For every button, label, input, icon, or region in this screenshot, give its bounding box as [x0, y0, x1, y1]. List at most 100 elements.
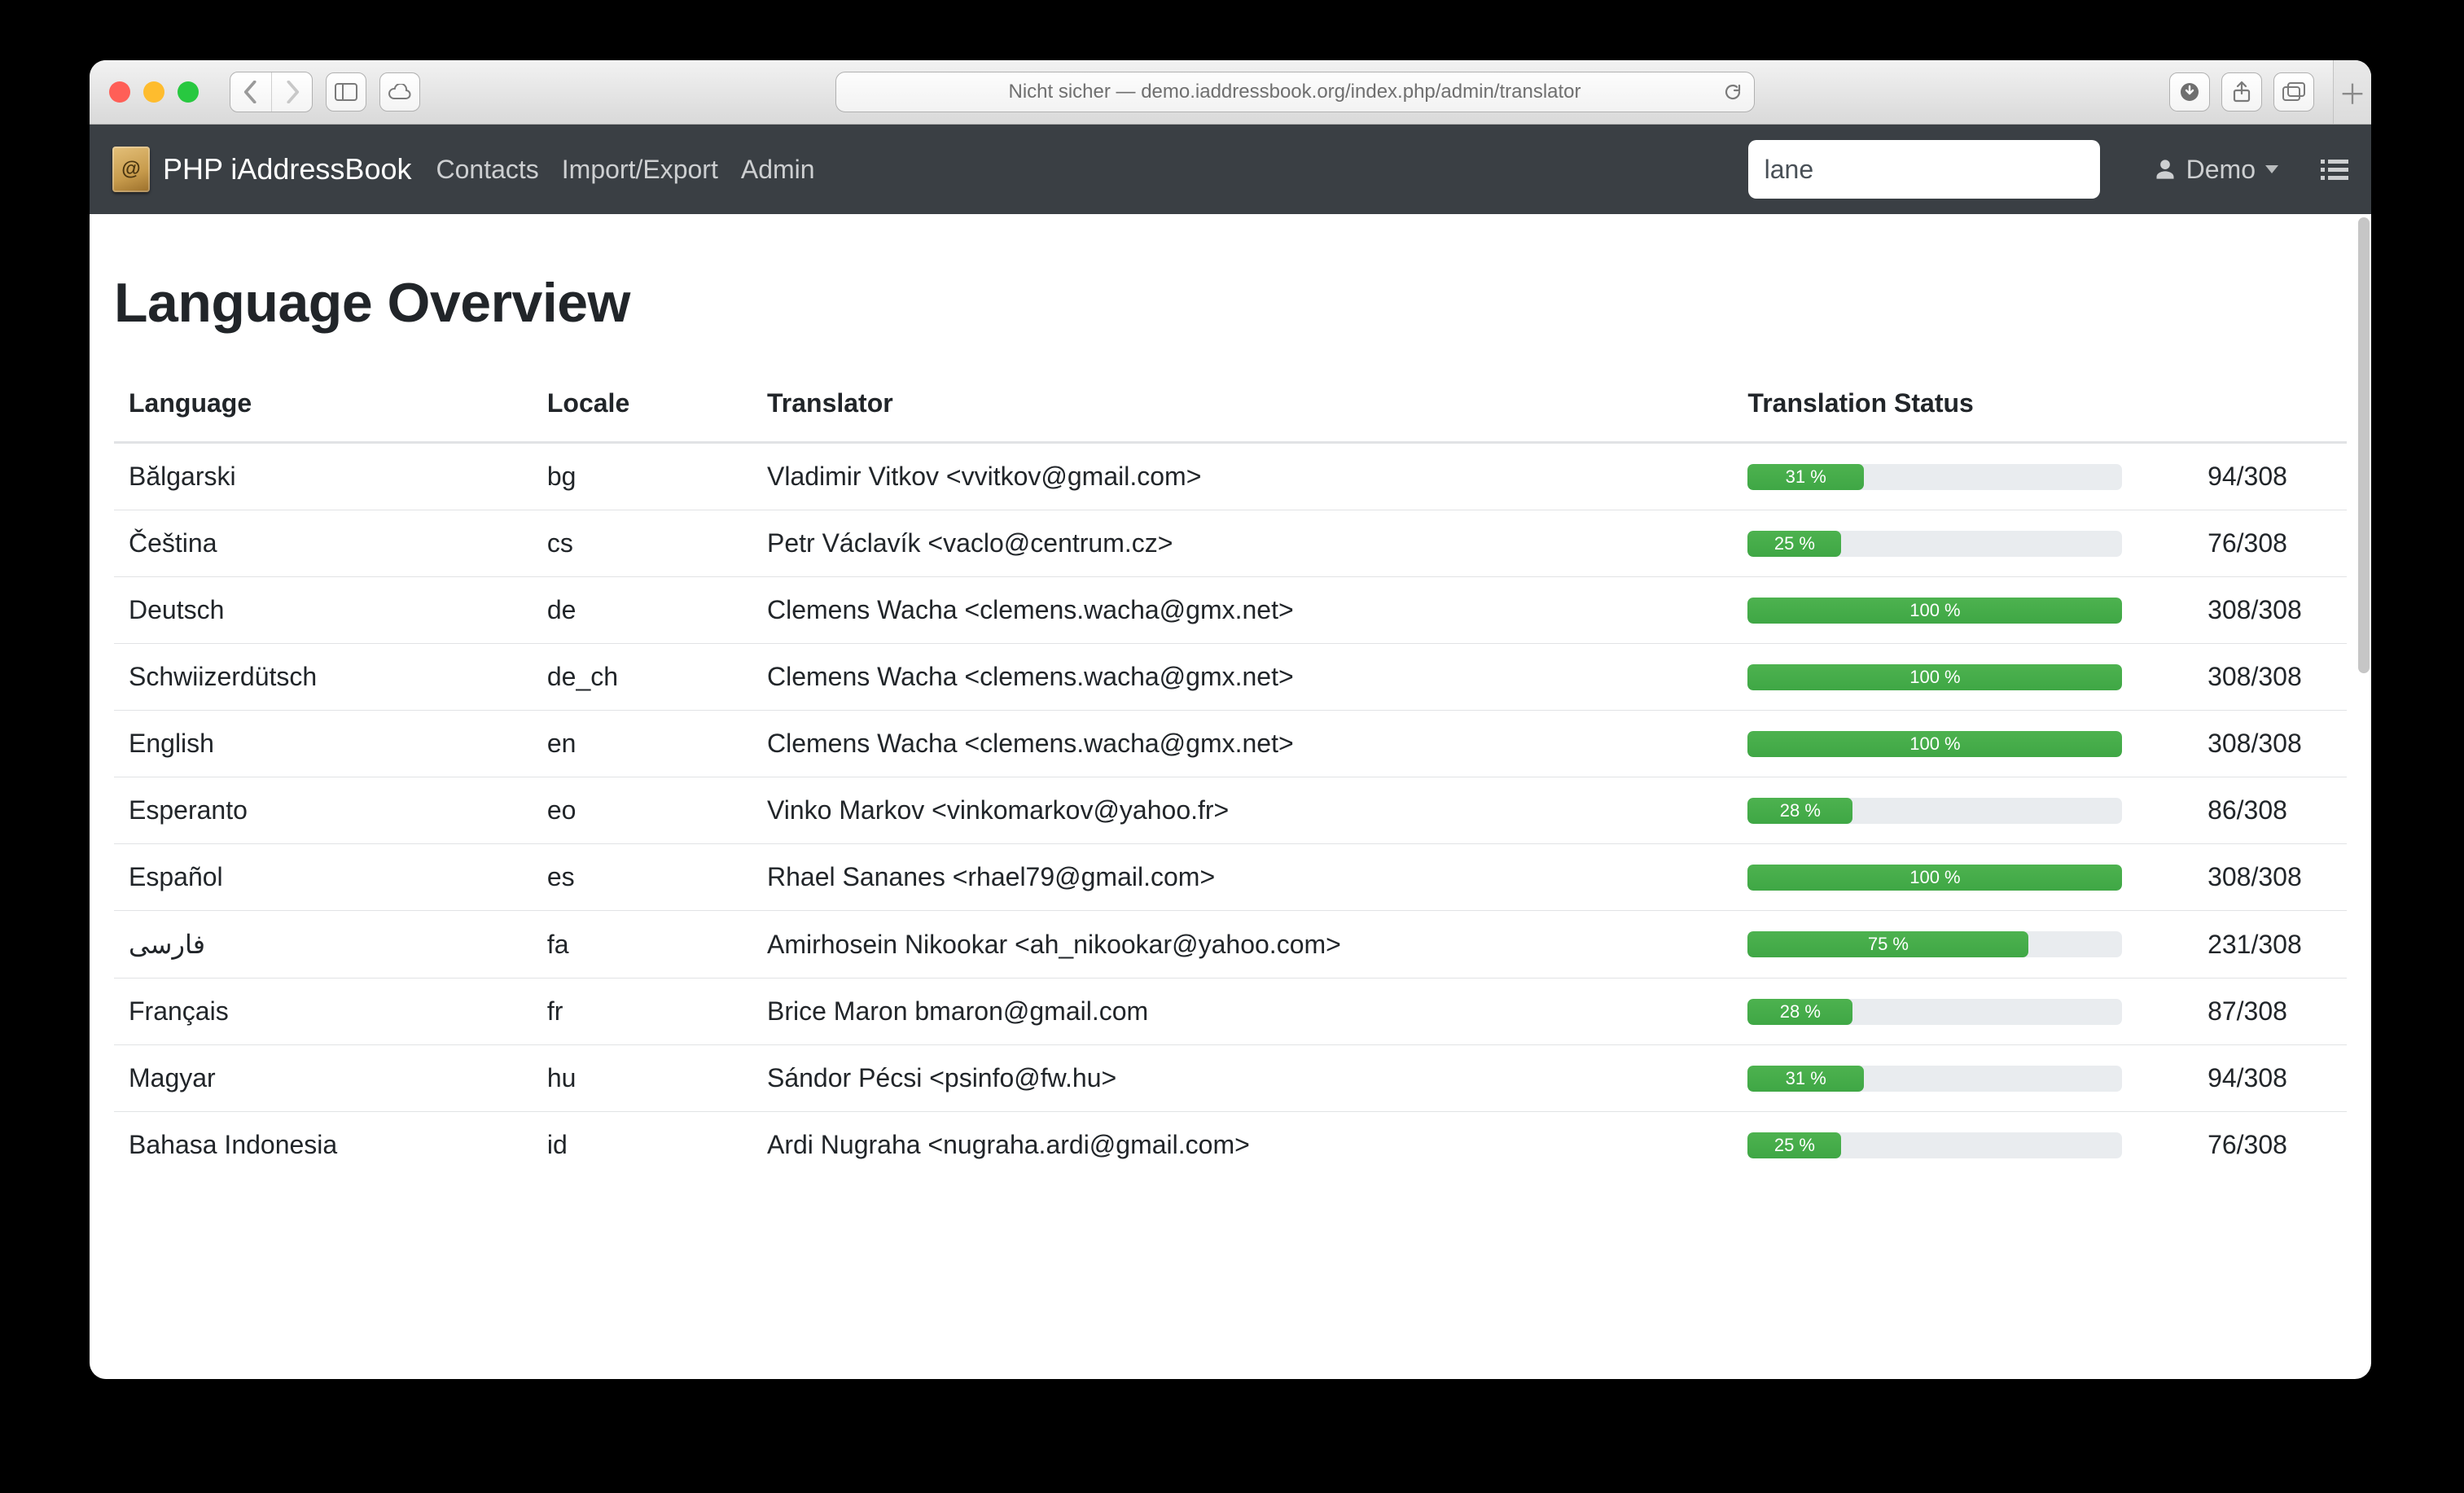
progress-pct: 28 %: [1747, 798, 1852, 824]
page-title: Language Overview: [114, 271, 2347, 335]
cell-locale: de: [533, 577, 752, 644]
cell-count: 94/308: [2193, 1045, 2347, 1112]
progress-bar: 31 %: [1747, 464, 2122, 490]
brand-icon: [112, 147, 150, 192]
nav-import-export[interactable]: Import/Export: [562, 155, 718, 185]
progress-bar: 100 %: [1747, 865, 2122, 891]
nav-contacts[interactable]: Contacts: [436, 155, 539, 185]
col-status: Translation Status: [1733, 372, 2347, 443]
cell-translator: Ardi Nugraha <nugraha.ardi@gmail.com>: [752, 1112, 1733, 1179]
progress-pct: 25 %: [1747, 1132, 1841, 1158]
table-row: DeutschdeClemens Wacha <clemens.wacha@gm…: [114, 577, 2347, 644]
downloads-button[interactable]: [2169, 72, 2210, 112]
cell-locale: bg: [533, 443, 752, 510]
progress-pct: 100 %: [1747, 865, 2122, 891]
icloud-tabs-button[interactable]: [379, 72, 420, 112]
browser-chrome: Nicht sicher — demo.iaddressbook.org/ind…: [90, 60, 2371, 125]
cell-language: Čeština: [114, 510, 533, 577]
progress-bar: 100 %: [1747, 664, 2122, 690]
back-forward-group: [230, 72, 313, 112]
scrollbar[interactable]: [2355, 214, 2370, 1379]
cell-status: 75 %: [1733, 911, 2193, 979]
address-text: Nicht sicher — demo.iaddressbook.org/ind…: [1008, 81, 1581, 103]
new-tab-button[interactable]: ＋: [2333, 60, 2371, 124]
sidebar-toggle-button[interactable]: [326, 72, 366, 112]
cell-language: Bălgarski: [114, 443, 533, 510]
cell-count: 308/308: [2193, 577, 2347, 644]
cell-locale: id: [533, 1112, 752, 1179]
cell-count: 231/308: [2193, 911, 2347, 979]
forward-button[interactable]: [271, 72, 312, 112]
cell-locale: es: [533, 844, 752, 911]
progress-pct: 100 %: [1747, 598, 2122, 624]
brand[interactable]: PHP iAddressBook: [112, 147, 412, 192]
table-row: MagyarhuSándor Pécsi <psinfo@fw.hu>31 %9…: [114, 1045, 2347, 1112]
back-button[interactable]: [230, 72, 271, 112]
progress-bar: 28 %: [1747, 798, 2122, 824]
cell-locale: fr: [533, 979, 752, 1045]
reload-icon[interactable]: [1723, 82, 1743, 102]
col-locale: Locale: [533, 372, 752, 443]
address-bar[interactable]: Nicht sicher — demo.iaddressbook.org/ind…: [835, 72, 1755, 112]
col-translator: Translator: [752, 372, 1733, 443]
cell-locale: eo: [533, 777, 752, 844]
share-button[interactable]: [2221, 72, 2262, 112]
cell-status: 100 %: [1733, 577, 2193, 644]
progress-bar: 25 %: [1747, 1132, 2122, 1158]
close-window-button[interactable]: [109, 81, 130, 103]
progress-pct: 75 %: [1747, 931, 2028, 957]
cell-translator: Clemens Wacha <clemens.wacha@gmx.net>: [752, 644, 1733, 711]
cell-translator: Brice Maron bmaron@gmail.com: [752, 979, 1733, 1045]
window-controls: [101, 81, 199, 103]
zoom-window-button[interactable]: [178, 81, 199, 103]
cell-translator: Clemens Wacha <clemens.wacha@gmx.net>: [752, 711, 1733, 777]
chevron-down-icon: [2265, 165, 2278, 173]
progress-pct: 31 %: [1747, 1066, 1864, 1092]
progress-pct: 100 %: [1747, 731, 2122, 757]
cell-status: 100 %: [1733, 644, 2193, 711]
table-row: EspañolesRhael Sananes <rhael79@gmail.co…: [114, 844, 2347, 911]
search-input[interactable]: [1748, 140, 2100, 199]
list-view-button[interactable]: [2321, 158, 2348, 181]
minimize-window-button[interactable]: [143, 81, 164, 103]
cell-translator: Vladimir Vitkov <vvitkov@gmail.com>: [752, 443, 1733, 510]
brand-text: PHP iAddressBook: [163, 152, 412, 186]
table-header-row: Language Locale Translator Translation S…: [114, 372, 2347, 443]
progress-pct: 25 %: [1747, 531, 1841, 557]
cell-translator: Sándor Pécsi <psinfo@fw.hu>: [752, 1045, 1733, 1112]
nav-admin[interactable]: Admin: [741, 155, 815, 185]
cell-language: English: [114, 711, 533, 777]
cell-language: Deutsch: [114, 577, 533, 644]
cell-locale: cs: [533, 510, 752, 577]
cell-translator: Clemens Wacha <clemens.wacha@gmx.net>: [752, 577, 1733, 644]
progress-pct: 100 %: [1747, 664, 2122, 690]
cell-count: 76/308: [2193, 510, 2347, 577]
progress-bar: 100 %: [1747, 598, 2122, 624]
show-tabs-button[interactable]: [2273, 72, 2314, 112]
cell-status: 100 %: [1733, 711, 2193, 777]
scrollbar-thumb[interactable]: [2358, 217, 2370, 673]
cell-language: Bahasa Indonesia: [114, 1112, 533, 1179]
table-row: BălgarskibgVladimir Vitkov <vvitkov@gmai…: [114, 443, 2347, 510]
table-row: Schwiizerdütschde_chClemens Wacha <cleme…: [114, 644, 2347, 711]
cell-status: 28 %: [1733, 777, 2193, 844]
cell-language: Esperanto: [114, 777, 533, 844]
table-row: ČeštinacsPetr Václavík <vaclo@centrum.cz…: [114, 510, 2347, 577]
cell-translator: Rhael Sananes <rhael79@gmail.com>: [752, 844, 1733, 911]
cell-language: Français: [114, 979, 533, 1045]
cell-status: 31 %: [1733, 443, 2193, 510]
cell-status: 31 %: [1733, 1045, 2193, 1112]
cell-count: 308/308: [2193, 711, 2347, 777]
cell-status: 28 %: [1733, 979, 2193, 1045]
cell-language: فارسی: [114, 911, 533, 979]
app-navbar: PHP iAddressBook Contacts Import/Export …: [90, 125, 2371, 214]
cell-count: 308/308: [2193, 644, 2347, 711]
cell-status: 25 %: [1733, 510, 2193, 577]
cell-locale: fa: [533, 911, 752, 979]
progress-bar: 100 %: [1747, 731, 2122, 757]
cell-translator: Vinko Markov <vinkomarkov@yahoo.fr>: [752, 777, 1733, 844]
cell-status: 100 %: [1733, 844, 2193, 911]
browser-window: Nicht sicher — demo.iaddressbook.org/ind…: [90, 60, 2371, 1379]
table-row: Bahasa IndonesiaidArdi Nugraha <nugraha.…: [114, 1112, 2347, 1179]
user-menu[interactable]: Demo: [2154, 155, 2278, 185]
